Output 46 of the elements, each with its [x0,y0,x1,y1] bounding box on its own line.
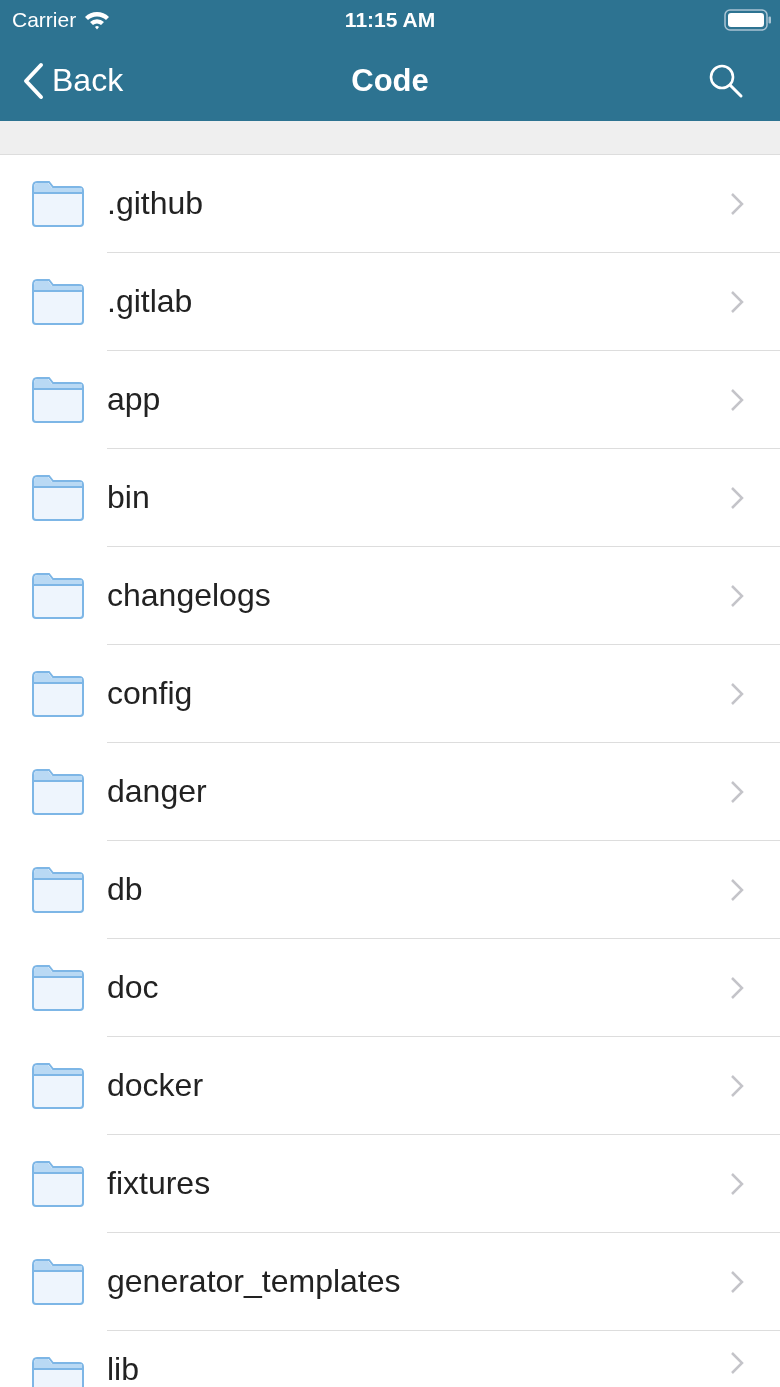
folder-icon [31,865,85,913]
folder-icon [31,1159,85,1207]
back-button[interactable]: Back [22,61,124,100]
chevron-icon [730,779,744,804]
carrier-label: Carrier [12,8,77,32]
chevron-icon [730,681,744,706]
screen-title: Code [350,62,430,99]
chevron-icon [730,877,744,902]
status-time: 11:15 AM [343,8,437,32]
chevron-icon [730,975,744,1000]
chevron-icon [730,289,744,314]
folder-icon [31,571,85,619]
chevron-left-icon [22,61,44,100]
folder-row[interactable]: doc [0,939,780,1037]
chevron-icon [730,583,744,608]
folder-row[interactable]: .github [0,155,780,253]
folder-icon [31,963,85,1011]
folder-icon [31,473,85,521]
folder-row[interactable]: app [0,351,780,449]
folder-row[interactable]: changelogs [0,547,780,645]
folder-row[interactable]: lib [0,1331,780,1387]
chevron-icon [730,1269,744,1294]
folder-row[interactable]: bin [0,449,780,547]
folder-icon [31,375,85,423]
folder-row[interactable]: .gitlab [0,253,780,351]
folder-icon [31,1061,85,1109]
folder-icon [31,669,85,717]
folder-icon [31,767,85,815]
folder-row[interactable]: config [0,645,780,743]
chevron-icon [730,1171,744,1196]
chevron-icon [730,191,744,216]
chevron-icon [730,1073,744,1098]
folder-icon [31,277,85,325]
battery-icon [724,9,772,31]
folder-row[interactable]: danger [0,743,780,841]
chevron-icon [730,387,744,412]
folder-row[interactable]: db [0,841,780,939]
chevron-icon [730,1351,744,1375]
search-icon[interactable] [708,62,744,99]
folder-row[interactable]: docker [0,1037,780,1135]
chevron-icon [730,485,744,510]
folder-row[interactable]: generator_templates [0,1233,780,1331]
wifi-icon [84,10,111,30]
folder-icon [31,1257,85,1305]
folder-icon [31,179,85,227]
folder-row[interactable]: fixtures [0,1135,780,1233]
